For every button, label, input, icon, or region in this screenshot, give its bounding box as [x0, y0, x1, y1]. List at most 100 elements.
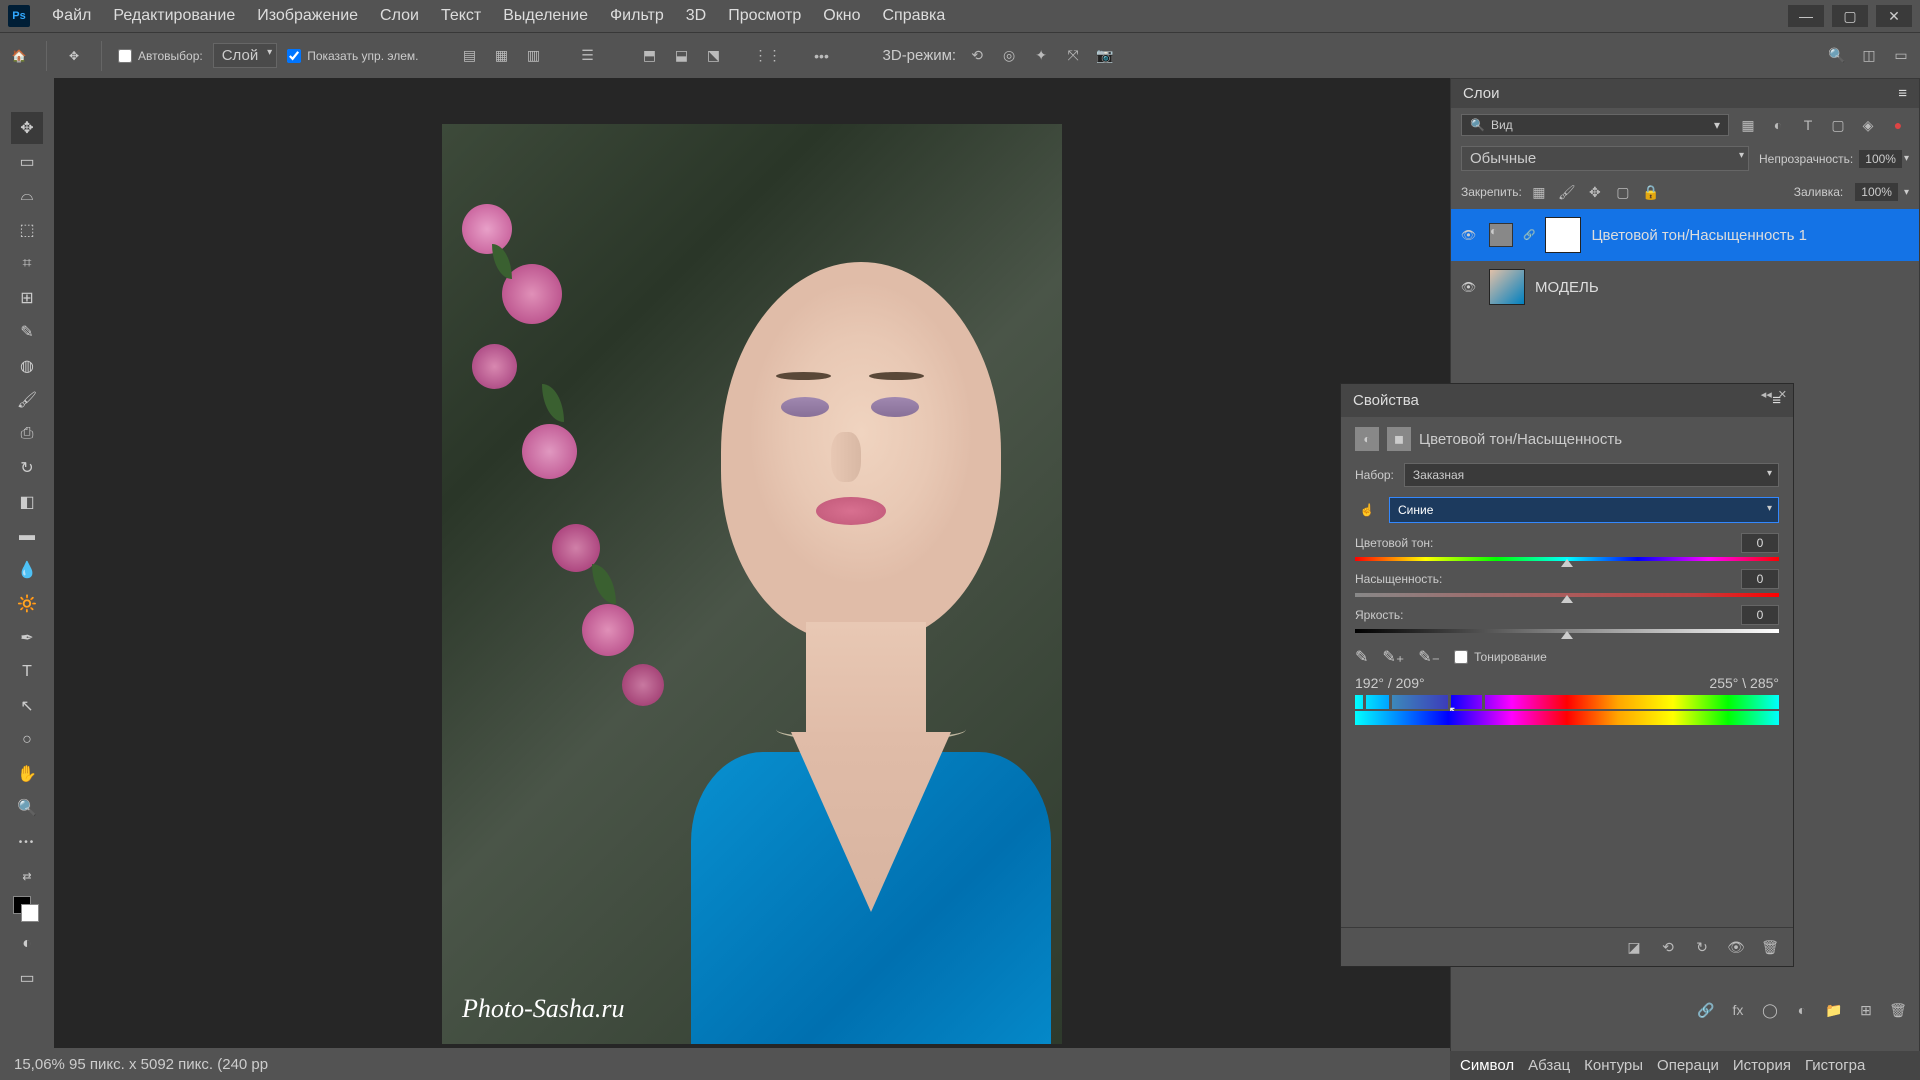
- range-marker[interactable]: [1389, 694, 1392, 710]
- filter-toggle-icon[interactable]: ●: [1887, 114, 1909, 136]
- distribute-v-icon[interactable]: ⋮⋮: [757, 45, 779, 67]
- filter-shape-icon[interactable]: ▢: [1827, 114, 1849, 136]
- frame-tool[interactable]: ⊞: [11, 282, 43, 314]
- color-range-strip-top[interactable]: ↖: [1355, 695, 1779, 709]
- eyedropper-subtract-icon[interactable]: ✎₋: [1418, 647, 1440, 667]
- foreground-background-colors[interactable]: [11, 894, 43, 926]
- distribute-icon[interactable]: ☰: [577, 45, 599, 67]
- 3d-camera-icon[interactable]: 📷: [1094, 45, 1116, 67]
- menu-window[interactable]: Окно: [813, 3, 870, 29]
- lock-transparency-icon[interactable]: ▦: [1528, 181, 1550, 203]
- eraser-tool[interactable]: ◧: [11, 486, 43, 518]
- filter-adjust-icon[interactable]: ◐: [1767, 114, 1789, 136]
- menu-help[interactable]: Справка: [872, 3, 955, 29]
- layer-style-icon[interactable]: fx: [1727, 999, 1749, 1021]
- 3d-slide-icon[interactable]: ⤧: [1062, 45, 1084, 67]
- lightness-slider-thumb[interactable]: [1561, 631, 1573, 639]
- filter-smart-icon[interactable]: ◈: [1857, 114, 1879, 136]
- saturation-value[interactable]: 0: [1741, 569, 1779, 589]
- layer-thumb[interactable]: [1489, 269, 1525, 305]
- delete-layer-icon[interactable]: 🗑: [1887, 999, 1909, 1021]
- gradient-tool[interactable]: ▬: [11, 520, 43, 552]
- healing-tool[interactable]: ◍: [11, 350, 43, 382]
- pen-tool[interactable]: ✒: [11, 622, 43, 654]
- tab-actions[interactable]: Операци: [1657, 1057, 1719, 1074]
- close-panel-icon[interactable]: ✕: [1778, 388, 1787, 401]
- link-layers-icon[interactable]: 🔗: [1695, 999, 1717, 1021]
- new-adjustment-icon[interactable]: ◐: [1791, 999, 1813, 1021]
- shape-tool[interactable]: ○: [11, 724, 43, 756]
- color-range-select[interactable]: Синие: [1389, 497, 1779, 523]
- layer-name[interactable]: Цветовой тон/Насыщенность 1: [1591, 227, 1807, 244]
- lock-pixels-icon[interactable]: 🖌: [1556, 181, 1578, 203]
- color-swap-icon[interactable]: ⇄: [11, 860, 43, 892]
- layer-name[interactable]: МОДЕЛЬ: [1535, 279, 1599, 296]
- eyedropper-add-icon[interactable]: ✎₊: [1382, 647, 1404, 667]
- clip-to-layer-icon[interactable]: ◪: [1623, 936, 1645, 958]
- menu-3d[interactable]: 3D: [676, 3, 716, 29]
- search-icon[interactable]: 🔍: [1826, 45, 1848, 67]
- lock-all-icon[interactable]: 🔒: [1640, 181, 1662, 203]
- add-mask-icon[interactable]: ◯: [1759, 999, 1781, 1021]
- mask-mode-icon[interactable]: ◼: [1387, 427, 1411, 451]
- filter-text-icon[interactable]: T: [1797, 114, 1819, 136]
- align-bottom-icon[interactable]: ⬔: [703, 45, 725, 67]
- panel-menu-icon[interactable]: ≡: [1898, 85, 1907, 102]
- menu-file[interactable]: Файл: [42, 3, 101, 29]
- collapse-icon[interactable]: ◂◂: [1761, 388, 1772, 401]
- visibility-icon[interactable]: 👁: [1461, 228, 1479, 242]
- screenmode-tool[interactable]: ▭: [11, 962, 43, 994]
- align-center-h-icon[interactable]: ▦: [491, 45, 513, 67]
- layer-filter-select[interactable]: 🔍 Вид ▾: [1461, 114, 1729, 136]
- fill-value[interactable]: 100%: [1855, 183, 1898, 201]
- align-left-icon[interactable]: ▤: [459, 45, 481, 67]
- align-top-icon[interactable]: ⬒: [639, 45, 661, 67]
- maximize-button[interactable]: ▢: [1832, 5, 1868, 27]
- edit-toolbar[interactable]: •••: [11, 826, 43, 858]
- menu-filter[interactable]: Фильтр: [600, 3, 674, 29]
- filter-image-icon[interactable]: ▦: [1737, 114, 1759, 136]
- saturation-slider-thumb[interactable]: [1561, 595, 1573, 603]
- tab-character[interactable]: Символ: [1460, 1057, 1514, 1074]
- workspace-icon[interactable]: ▭: [1890, 45, 1912, 67]
- hue-slider[interactable]: [1355, 557, 1779, 561]
- tab-history[interactable]: История: [1733, 1057, 1791, 1074]
- lock-artboard-icon[interactable]: ▢: [1612, 181, 1634, 203]
- menu-select[interactable]: Выделение: [493, 3, 598, 29]
- hand-tool[interactable]: ✋: [11, 758, 43, 790]
- crop-tool[interactable]: ⌗: [11, 248, 43, 280]
- brush-tool[interactable]: 🖌: [11, 384, 43, 416]
- home-button[interactable]: 🏠: [8, 45, 30, 67]
- menu-text[interactable]: Текст: [431, 3, 491, 29]
- new-group-icon[interactable]: 📁: [1823, 999, 1845, 1021]
- minimize-button[interactable]: —: [1788, 5, 1824, 27]
- preset-select[interactable]: Заказная: [1404, 463, 1779, 487]
- eyedropper-tool[interactable]: ✎: [11, 316, 43, 348]
- blur-tool[interactable]: 💧: [11, 554, 43, 586]
- lightness-slider[interactable]: [1355, 629, 1779, 633]
- lock-position-icon[interactable]: ✥: [1584, 181, 1606, 203]
- dodge-tool[interactable]: 🔆: [11, 588, 43, 620]
- align-center-v-icon[interactable]: ⬓: [671, 45, 693, 67]
- marquee-tool[interactable]: ▭: [11, 146, 43, 178]
- quickmask-tool[interactable]: ◐: [11, 928, 43, 960]
- close-button[interactable]: ✕: [1876, 5, 1912, 27]
- lightness-value[interactable]: 0: [1741, 605, 1779, 625]
- toggle-visibility-icon[interactable]: 👁: [1725, 936, 1747, 958]
- hue-value[interactable]: 0: [1741, 533, 1779, 553]
- stamp-tool[interactable]: ⎙: [11, 418, 43, 450]
- lasso-tool[interactable]: ⌓: [11, 180, 43, 212]
- tab-histogram[interactable]: Гистогра: [1805, 1057, 1865, 1074]
- history-brush-tool[interactable]: ↻: [11, 452, 43, 484]
- range-marker[interactable]: [1363, 694, 1366, 710]
- delete-adjustment-icon[interactable]: 🗑: [1759, 936, 1781, 958]
- menu-view[interactable]: Просмотр: [718, 3, 811, 29]
- eyedropper-icon[interactable]: ✎: [1355, 647, 1368, 667]
- type-tool[interactable]: T: [11, 656, 43, 688]
- document-canvas[interactable]: Photo-Sasha.ru: [442, 124, 1062, 1044]
- new-layer-icon[interactable]: ⊞: [1855, 999, 1877, 1021]
- path-select-tool[interactable]: ↖: [11, 690, 43, 722]
- autoselect-checkbox[interactable]: Автовыбор:: [118, 49, 203, 63]
- hue-slider-thumb[interactable]: [1561, 559, 1573, 567]
- opacity-value[interactable]: 100%: [1859, 150, 1902, 168]
